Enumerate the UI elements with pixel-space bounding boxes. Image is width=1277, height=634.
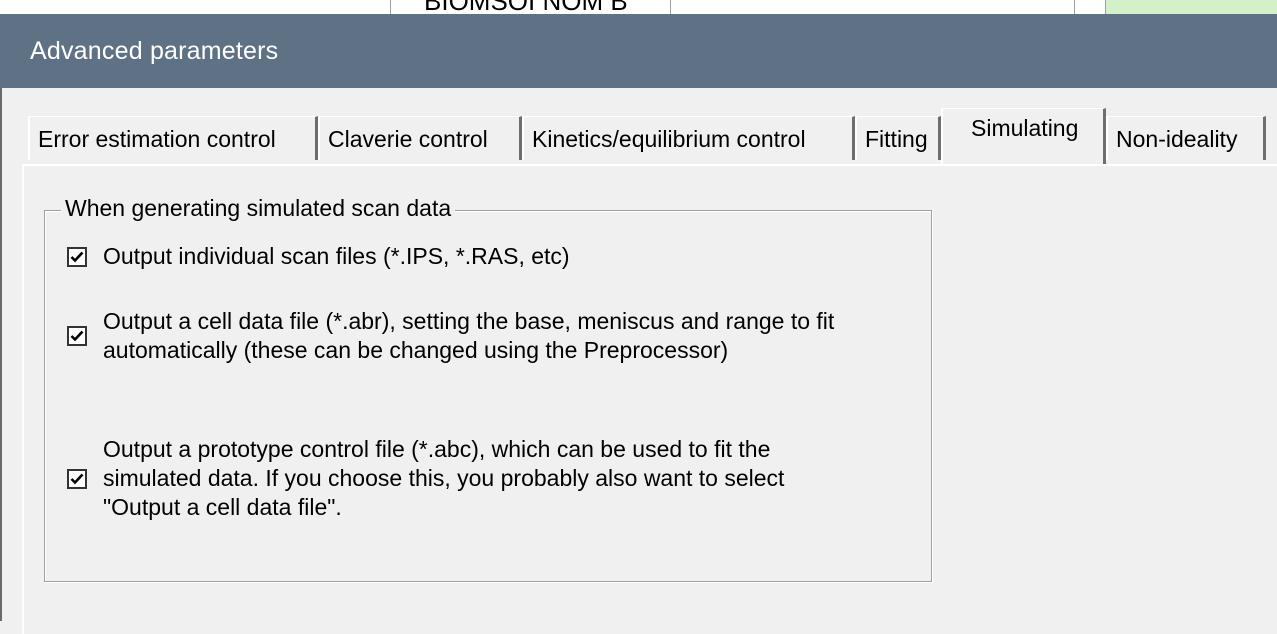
- window-title: Advanced parameters: [30, 37, 279, 65]
- tab-label: Fitting: [865, 126, 928, 152]
- background-cell: [0, 0, 391, 14]
- checkbox-label: Output a prototype control file (*.abc),…: [103, 436, 785, 520]
- output-scan-files-checkbox[interactable]: [67, 246, 87, 267]
- groupbox-title: When generating simulated scan data: [61, 195, 456, 222]
- tab-non-ideality[interactable]: Non-ideality: [1106, 116, 1266, 160]
- background-green-cell: [1105, 0, 1277, 14]
- checkmark-icon: [70, 473, 84, 484]
- tab-label: Claverie control: [328, 126, 488, 152]
- tab-label: Kinetics/equilibrium control: [532, 126, 806, 152]
- tab-claverie-control[interactable]: Claverie control: [318, 116, 522, 160]
- option-output-cell-data-file: Output a cell data file (*.abr), setting…: [67, 307, 843, 365]
- checkmark-icon: [70, 251, 84, 262]
- tab-fitting[interactable]: Fitting: [855, 116, 941, 160]
- tab-simulating[interactable]: Simulating: [941, 108, 1106, 164]
- simulated-scan-data-groupbox: When generating simulated scan data Outp…: [44, 195, 932, 582]
- option-output-prototype-control-file: Output a prototype control file (*.abc),…: [67, 435, 843, 522]
- option-output-individual-scan-files: Output individual scan files (*.IPS, *.R…: [67, 242, 843, 271]
- background-cell: [670, 0, 1075, 14]
- title-bar[interactable]: Advanced parameters: [0, 14, 1277, 88]
- tab-kinetics-equilibrium-control[interactable]: Kinetics/equilibrium control: [522, 116, 855, 160]
- checkbox-label: Output individual scan files (*.IPS, *.R…: [103, 243, 570, 269]
- tab-label: Error estimation control: [38, 126, 276, 152]
- window-left-border: [0, 88, 2, 621]
- checkbox-label: Output a cell data file (*.abr), setting…: [103, 308, 835, 363]
- output-prototype-control-file-checkbox[interactable]: [67, 468, 87, 489]
- background-window-strip: BIOMSOI NOM B: [0, 0, 1277, 14]
- tab-label: Non-ideality: [1116, 126, 1238, 152]
- tab-label: Simulating: [971, 115, 1079, 141]
- tab-error-estimation-control[interactable]: Error estimation control: [28, 116, 318, 160]
- output-cell-data-file-checkbox[interactable]: [67, 326, 87, 346]
- checkmark-icon: [70, 330, 84, 342]
- advanced-parameters-dialog: Advanced parameters Error estimation con…: [0, 14, 1277, 634]
- background-clipped-text: BIOMSOI NOM B: [424, 0, 628, 14]
